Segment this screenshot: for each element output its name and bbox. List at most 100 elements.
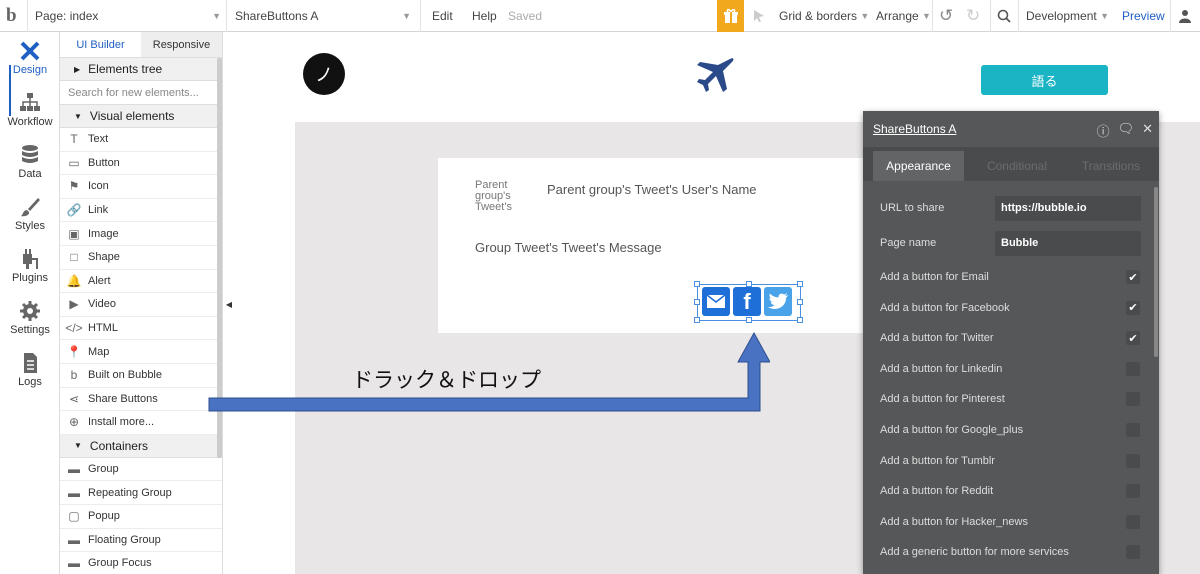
tweet-message[interactable]: Group Tweet's Tweet's Message — [475, 240, 662, 255]
bell-icon: 🔔 — [66, 273, 82, 288]
cursor-icon[interactable] — [752, 0, 766, 32]
element-video[interactable]: ▶ Video — [60, 293, 222, 317]
grid-borders-menu[interactable]: Grid & borders ▼ — [779, 0, 869, 32]
undo-icon[interactable]: ↺ — [939, 0, 953, 32]
checkbox[interactable]: ✔ — [1126, 270, 1140, 284]
arrange-menu[interactable]: Arrange ▼ — [876, 0, 931, 32]
tab-transitions[interactable]: Transitions — [1063, 151, 1159, 181]
editor-scrollbar[interactable] — [1154, 187, 1158, 357]
nav-settings[interactable]: Settings — [0, 294, 60, 346]
element-built-on-bubble[interactable]: b Built on Bubble — [60, 364, 222, 388]
checkbox[interactable] — [1126, 423, 1140, 437]
airplane-icon[interactable] — [694, 55, 736, 95]
bubble-logo-icon: b — [70, 368, 78, 383]
field-input[interactable]: Bubble — [995, 230, 1141, 256]
logo-circle[interactable]: ノ — [303, 53, 345, 95]
resize-handle[interactable] — [746, 317, 752, 323]
field-input[interactable]: https://bubble.io — [995, 195, 1141, 221]
checkbox-label: Add a button for Pinterest — [880, 393, 1005, 406]
resize-handle[interactable] — [694, 299, 700, 305]
search-icon[interactable] — [997, 0, 1011, 32]
property-editor[interactable]: ShareButtons A ⓘ 🗨 ✕ Appearance Conditio… — [863, 111, 1159, 574]
nav-styles-label: Styles — [15, 220, 45, 232]
element-alert[interactable]: 🔔 Alert — [60, 270, 222, 294]
tab-ui-builder[interactable]: UI Builder — [60, 32, 141, 57]
nav-data[interactable]: Data — [0, 138, 60, 190]
help-menu[interactable]: Help — [472, 0, 497, 32]
close-icon[interactable]: ✕ — [1142, 121, 1153, 140]
drag-drop-caption: ドラック＆ドロップ — [352, 369, 541, 392]
nav-plugins[interactable]: Plugins — [0, 242, 60, 294]
resize-handle[interactable] — [797, 317, 803, 323]
tab-appearance[interactable]: Appearance — [873, 151, 964, 181]
element-link[interactable]: 🔗 Link — [60, 199, 222, 223]
element-label: Alert — [88, 274, 111, 287]
element-html[interactable]: </> HTML — [60, 317, 222, 341]
facebook-share-button[interactable]: f — [733, 287, 761, 316]
tab-conditional[interactable]: Conditional — [969, 151, 1065, 181]
checkbox-label: Add a button for Reddit — [880, 485, 994, 498]
nav-workflow[interactable]: Workflow — [0, 86, 60, 138]
comment-icon[interactable]: 🗨 — [1118, 121, 1135, 140]
checkbox[interactable] — [1126, 392, 1140, 407]
checkbox[interactable] — [1126, 514, 1140, 529]
map-pin-icon: 📍 — [66, 344, 82, 359]
nav-design[interactable]: Design — [0, 34, 60, 86]
preview-link[interactable]: Preview — [1122, 0, 1165, 32]
checkbox[interactable]: ✔ — [1126, 331, 1140, 346]
talk-button[interactable]: 語る — [981, 65, 1108, 95]
gift-icon — [723, 8, 738, 23]
element-button[interactable]: ▭ Button — [60, 152, 222, 176]
checkbox-row: Add a button for Facebook ✔ — [880, 293, 1150, 323]
container-repeating-group[interactable]: ▬ Repeating Group — [60, 481, 222, 505]
containers-header[interactable]: ▼ Containers — [60, 434, 222, 458]
user-icon[interactable] — [1178, 0, 1192, 32]
checkbox[interactable] — [1126, 545, 1140, 560]
nav-styles[interactable]: Styles — [0, 190, 60, 242]
resize-handle[interactable] — [694, 281, 700, 287]
bubble-logo[interactable]: b — [6, 0, 26, 32]
twitter-share-button[interactable] — [764, 287, 792, 316]
element-selector[interactable]: ShareButtons A ▼ — [235, 0, 415, 32]
avatar[interactable]: Parent group's Tweet's — [475, 180, 519, 220]
resize-handle[interactable] — [797, 299, 803, 305]
info-icon[interactable]: ⓘ — [1097, 121, 1110, 140]
video-icon: ▶ — [69, 297, 79, 312]
nav-logs[interactable]: Logs — [0, 346, 60, 398]
page-selector[interactable]: Page: index ▼ — [35, 0, 225, 32]
email-share-button[interactable] — [702, 287, 730, 316]
container-floating-group[interactable]: ▬ Floating Group — [60, 529, 222, 553]
redo-icon[interactable]: ↻ — [966, 0, 980, 32]
container-popup[interactable]: ▢ Popup — [60, 505, 222, 529]
resize-handle[interactable] — [797, 281, 803, 287]
checkbox-row: Add a button for Tumblr — [880, 446, 1150, 476]
tweet-username[interactable]: Parent group's Tweet's User's Name — [547, 182, 757, 197]
checkbox[interactable] — [1126, 361, 1140, 376]
gift-button[interactable] — [717, 0, 744, 32]
element-shape[interactable]: □ Shape — [60, 246, 222, 270]
tab-responsive[interactable]: Responsive — [141, 32, 222, 57]
element-map[interactable]: 📍 Map — [60, 340, 222, 364]
element-share-buttons[interactable]: ⋖ Share Buttons — [60, 388, 222, 412]
code-icon: </> — [65, 321, 83, 336]
element-icon[interactable]: ⚑ Icon — [60, 175, 222, 199]
checkbox-label: Add a button for Email — [880, 271, 989, 283]
element-image[interactable]: ▣ Image — [60, 222, 222, 246]
container-group[interactable]: ▬ Group — [60, 458, 222, 482]
checkbox-label: Add a button for Google_plus — [880, 424, 1024, 436]
elements-tree-toggle[interactable]: ▶ Elements tree — [60, 58, 222, 81]
visual-elements-header[interactable]: ▼ Visual elements — [60, 105, 222, 128]
resize-handle[interactable] — [694, 317, 700, 323]
image-icon: ▣ — [68, 226, 80, 241]
checkbox[interactable] — [1126, 453, 1140, 468]
checkbox[interactable]: ✔ — [1126, 300, 1140, 315]
edit-menu[interactable]: Edit — [432, 0, 453, 32]
checkbox-row: Add a button for Email ✔ — [880, 262, 1150, 292]
collapse-panel-icon[interactable]: ◀ — [223, 297, 235, 311]
container-group-focus[interactable]: ▬ Group Focus — [60, 552, 222, 574]
checkbox[interactable] — [1126, 484, 1140, 499]
element-text[interactable]: T Text — [60, 128, 222, 152]
element-install-more[interactable]: ⊕ Install more... — [60, 411, 222, 435]
development-selector[interactable]: Development ▼ — [1026, 0, 1109, 32]
element-search-input[interactable]: Search for new elements... — [60, 81, 222, 105]
